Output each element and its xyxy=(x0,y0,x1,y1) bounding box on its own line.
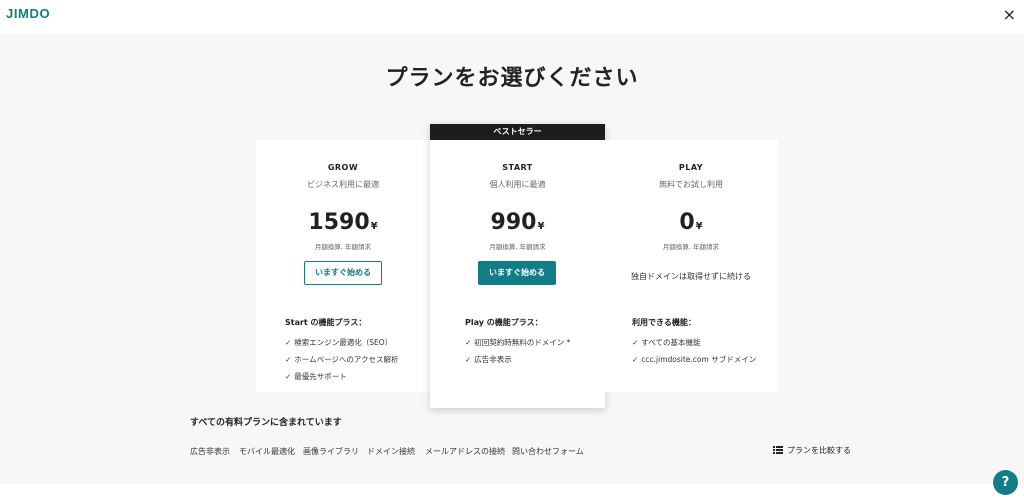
check-icon: ✓ xyxy=(632,338,639,347)
compare-plans-label: プランを比較する xyxy=(787,446,851,455)
features-heading: 利用できる機能： xyxy=(632,318,696,327)
close-icon[interactable]: × xyxy=(1003,6,1016,24)
feature-item: ✓ 最優先サポート xyxy=(285,372,347,381)
included-features-title: すべての有料プランに含まれています xyxy=(190,418,342,428)
bottom-strip xyxy=(0,484,1024,501)
plan-name: PLAY xyxy=(678,163,704,172)
price-amount: 990 xyxy=(490,210,537,235)
plan-name: START xyxy=(502,163,533,172)
plan-price: 1590¥ xyxy=(256,210,430,235)
currency-symbol: ¥ xyxy=(537,221,545,232)
plan-subtitle: 個人利用に最適 xyxy=(489,180,546,189)
features-heading: Start の機能プラス： xyxy=(285,318,367,327)
features-heading: Play の機能プラス： xyxy=(465,318,543,327)
plan-card-grow: GROW ビジネス利用に最適 1590¥ 月額換算, 年額請求 いますぐ始める … xyxy=(256,140,430,392)
price-amount: 1590 xyxy=(308,210,370,235)
check-icon: ✓ xyxy=(285,355,292,364)
feature-item: ✓ 初回契約時無料のドメイン * xyxy=(465,338,571,347)
bestseller-badge: ベストセラー xyxy=(430,124,605,140)
check-icon: ✓ xyxy=(285,338,292,347)
plan-subtitle: 無料でお試し利用 xyxy=(659,180,723,189)
help-button[interactable]: ? xyxy=(993,470,1018,495)
plan-price: 0¥ xyxy=(604,210,778,235)
plan-name: GROW xyxy=(327,163,359,172)
feature-item: ✓ 検索エンジン最適化（SEO） xyxy=(285,338,393,347)
plan-card-start: ベストセラー START 個人利用に最適 990¥ 月額換算, 年額請求 います… xyxy=(430,124,605,408)
feature-item: ✓ 広告非表示 xyxy=(465,355,512,364)
billing-note: 月額換算, 年額請求 xyxy=(314,243,372,251)
check-icon: ✓ xyxy=(465,355,472,364)
page-title: プランをお選びください xyxy=(385,66,639,91)
included-feature-item: 画像ライブラリ xyxy=(303,447,359,456)
check-icon: ✓ xyxy=(285,372,292,381)
check-icon: ✓ xyxy=(632,355,639,364)
included-feature-item: メールアドレスの接続 xyxy=(425,447,505,456)
continue-without-domain-link[interactable]: 独自ドメインは取得せずに続ける xyxy=(604,271,778,282)
included-feature-item: モバイル最適化 xyxy=(239,447,295,456)
jimdo-logo[interactable]: JIMDO xyxy=(6,6,50,21)
feature-item: ✓ すべての基本機能 xyxy=(632,338,701,347)
plan-card-play: PLAY 無料でお試し利用 0¥ 月額換算, 年額請求 独自ドメインは取得せずに… xyxy=(604,140,778,392)
compare-plans-link[interactable]: プランを比較する xyxy=(773,445,851,456)
feature-item: ✓ ccc.jimdosite.com サブドメイン xyxy=(632,355,757,364)
currency-symbol: ¥ xyxy=(370,221,378,232)
top-bar: JIMDO × xyxy=(0,0,1024,34)
check-icon: ✓ xyxy=(465,338,472,347)
list-icon xyxy=(773,445,783,456)
included-feature-item: 広告非表示 xyxy=(190,447,230,456)
billing-note: 月額換算, 年額請求 xyxy=(489,243,546,251)
included-feature-item: ドメイン接続 xyxy=(367,447,415,456)
plan-price: 990¥ xyxy=(430,210,605,235)
start-start-now-button[interactable]: いますぐ始める xyxy=(478,261,556,285)
currency-symbol: ¥ xyxy=(695,221,703,232)
billing-note: 月額換算, 年額請求 xyxy=(662,243,720,251)
grow-start-now-button[interactable]: いますぐ始める xyxy=(304,261,382,285)
price-amount: 0 xyxy=(679,210,695,235)
plan-subtitle: ビジネス利用に最適 xyxy=(307,180,379,189)
included-feature-item: 問い合わせフォーム xyxy=(512,447,584,456)
feature-item: ✓ ホームページへのアクセス解析 xyxy=(285,355,399,364)
